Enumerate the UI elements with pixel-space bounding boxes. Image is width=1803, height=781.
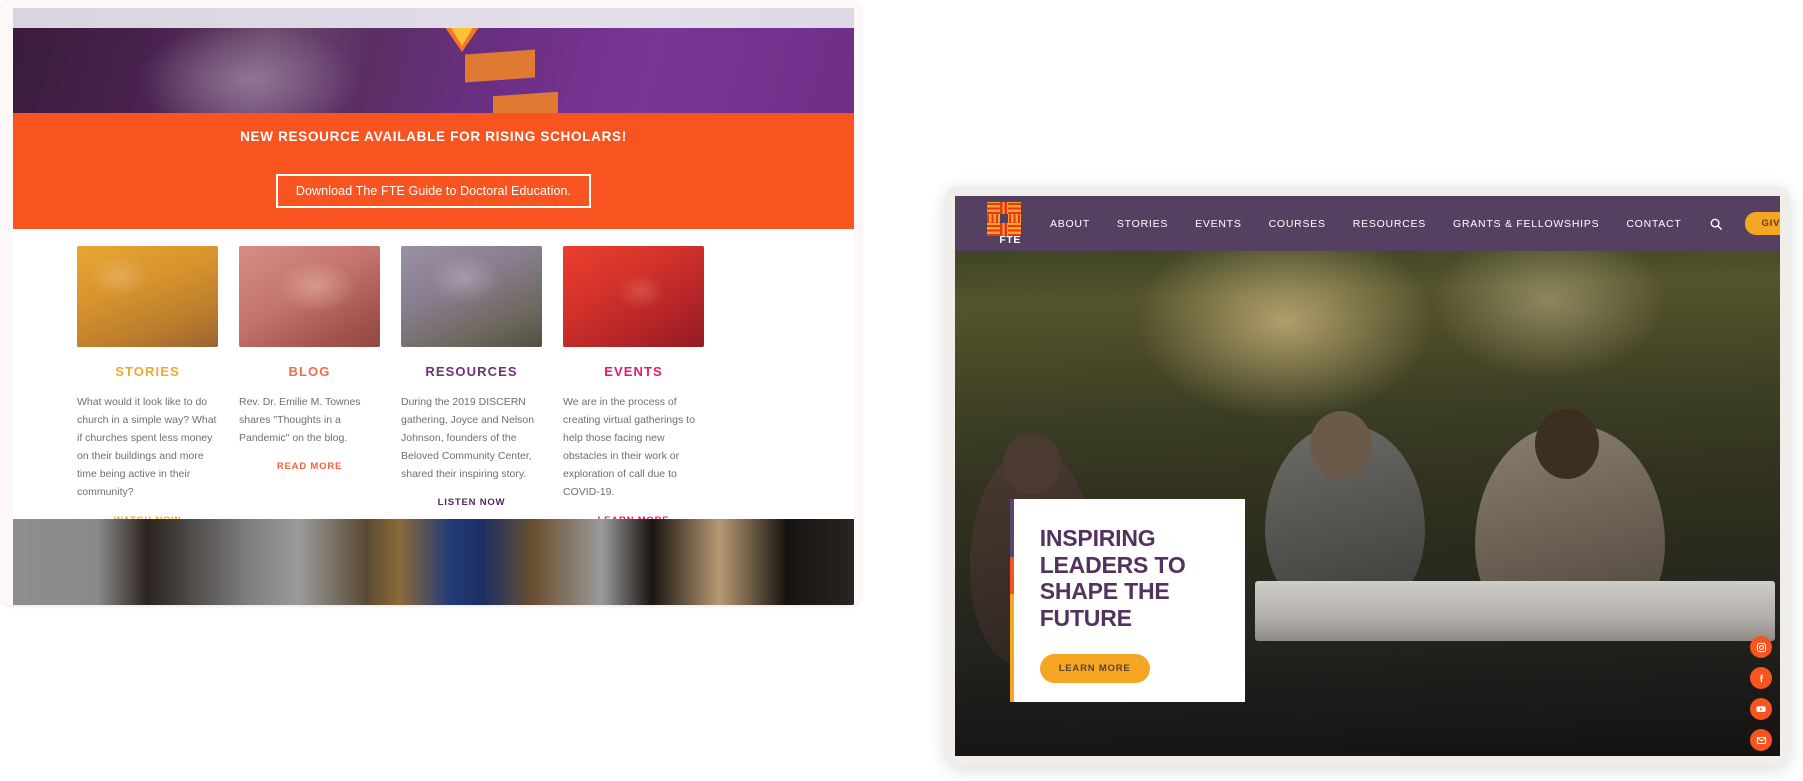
card-thumbnail-stories bbox=[77, 246, 218, 347]
browser-window: FTE ABOUT STORIES EVENTS COURSES RESOURC… bbox=[945, 186, 1790, 766]
page-hero-banner-image bbox=[13, 28, 854, 113]
youtube-icon[interactable] bbox=[1750, 698, 1772, 720]
browser-viewport: FTE ABOUT STORIES EVENTS COURSES RESOURC… bbox=[955, 196, 1780, 756]
nav-item-resources[interactable]: RESOURCES bbox=[1353, 218, 1426, 230]
nav-links: ABOUT STORIES EVENTS COURSES RESOURCES G… bbox=[1050, 218, 1682, 230]
hero-learn-more-button[interactable]: LEARN MORE bbox=[1039, 653, 1150, 683]
left-page-preview: NEW RESOURCE AVAILABLE FOR RISING SCHOLA… bbox=[0, 0, 861, 605]
card-thumbnail-blog bbox=[239, 246, 380, 347]
nav-item-about[interactable]: ABOUT bbox=[1050, 218, 1090, 230]
page-scroll-track[interactable] bbox=[13, 8, 854, 28]
announcement-title: NEW RESOURCE AVAILABLE FOR RISING SCHOLA… bbox=[240, 129, 627, 144]
person-head bbox=[1003, 433, 1061, 495]
hero-photo: INSPIRING LEADERS TO SHAPE THE FUTURE LE… bbox=[955, 251, 1780, 756]
card-thumbnail-events bbox=[563, 246, 704, 347]
chevron-decoration-inner bbox=[443, 28, 481, 46]
feature-card[interactable]: BLOG Rev. Dr. Emilie M. Townes shares "T… bbox=[239, 229, 380, 519]
card-body: During the 2019 DISCERN gathering, Joyce… bbox=[401, 396, 535, 481]
nav-item-events[interactable]: EVENTS bbox=[1195, 218, 1242, 230]
instagram-icon[interactable] bbox=[1750, 636, 1772, 658]
hero-shape-1 bbox=[465, 49, 535, 83]
email-icon[interactable] bbox=[1750, 729, 1772, 751]
card-title: EVENTS bbox=[604, 364, 663, 379]
announcement-banner: NEW RESOURCE AVAILABLE FOR RISING SCHOLA… bbox=[13, 113, 854, 229]
card-title: BLOG bbox=[288, 364, 331, 379]
card-body: What would it look like to do church in … bbox=[77, 396, 217, 499]
nav-item-contact[interactable]: CONTACT bbox=[1626, 218, 1681, 230]
feature-card[interactable]: RESOURCES During the 2019 DISCERN gather… bbox=[401, 229, 542, 519]
next-section-image bbox=[13, 519, 854, 605]
card-title: STORIES bbox=[115, 364, 180, 379]
hero-heading: INSPIRING LEADERS TO SHAPE THE FUTURE bbox=[1039, 525, 1186, 632]
card-title: RESOURCES bbox=[425, 364, 518, 379]
site-logo[interactable]: FTE bbox=[987, 201, 1021, 246]
feature-card[interactable]: STORIES What would it look like to do ch… bbox=[77, 229, 218, 526]
card-body: We are in the process of creating virtua… bbox=[563, 396, 695, 499]
social-links-rail bbox=[1750, 636, 1772, 751]
feature-card-grid: STORIES What would it look like to do ch… bbox=[13, 229, 854, 526]
card-cta-link[interactable]: LISTEN NOW bbox=[401, 497, 542, 508]
left-page-viewport[interactable]: NEW RESOURCE AVAILABLE FOR RISING SCHOLA… bbox=[13, 8, 854, 605]
person-head bbox=[1535, 409, 1599, 479]
facebook-icon[interactable] bbox=[1750, 667, 1772, 689]
give-button[interactable]: GIVE bbox=[1744, 212, 1780, 235]
card-cta-link[interactable]: READ MORE bbox=[239, 461, 380, 472]
feature-card[interactable]: EVENTS We are in the process of creating… bbox=[563, 229, 704, 526]
card-body: Rev. Dr. Emilie M. Townes shares "Though… bbox=[239, 396, 361, 445]
hero-shape-2 bbox=[493, 91, 558, 113]
nav-item-stories[interactable]: STORIES bbox=[1117, 218, 1168, 230]
card-thumbnail-resources bbox=[401, 246, 542, 347]
site-navigation-bar: FTE ABOUT STORIES EVENTS COURSES RESOURC… bbox=[955, 196, 1780, 251]
nav-item-courses[interactable]: COURSES bbox=[1269, 218, 1326, 230]
nav-item-grants-and-fellowships[interactable]: GRANTS & FELLOWSHIPS bbox=[1453, 218, 1599, 230]
table-surface bbox=[1255, 581, 1775, 641]
search-icon[interactable] bbox=[1709, 217, 1723, 231]
download-guide-button[interactable]: Download The FTE Guide to Doctoral Educa… bbox=[275, 174, 592, 208]
person-head bbox=[1310, 411, 1372, 479]
fte-woven-square-logo-icon bbox=[987, 201, 1021, 236]
hero-text-card: INSPIRING LEADERS TO SHAPE THE FUTURE LE… bbox=[1010, 499, 1245, 702]
